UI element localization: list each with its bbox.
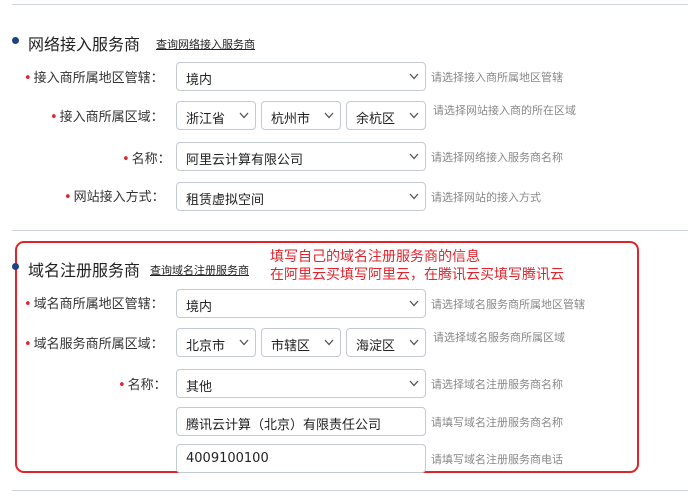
bottom-divider [12,490,688,491]
query-domain-registrar-link[interactable]: 查询域名注册服务商 [150,262,249,278]
chevron-down-icon [409,300,419,307]
domain-section-title: 域名注册服务商 [28,261,141,280]
chevron-down-icon [239,112,249,119]
domain-registrar-phone-input[interactable]: 4009100100 [176,444,426,473]
network-region-mgmt-select[interactable]: 境内 [176,62,426,91]
annotation-line-1: 填写自己的域名注册服务商的信息 [270,249,480,265]
network-region-mgmt-label: • 接入商所属地区管辖： [24,71,164,86]
domain-name-label: • 名称： [118,378,167,393]
chevron-down-icon [409,193,419,200]
network-name-hint: 请选择网络接入服务商名称 [431,151,563,164]
network-access-method-hint: 请选择网站的接入方式 [431,191,541,204]
domain-region-mgmt-label: • 域名商所属地区管辖： [24,297,164,312]
network-access-method-label: • 网站接入方式： [64,190,165,205]
domain-registrar-phone-hint: 请填写域名注册服务商电话 [431,453,563,466]
section-divider [12,230,688,231]
section-bullet [12,263,19,270]
network-region-hint: 请选择网站接入商的所在区域 [433,104,576,117]
chevron-down-icon [324,339,334,346]
network-province-select[interactable]: 浙江省 [176,101,256,130]
section-bullet [12,37,19,44]
domain-region-hint: 请选择域名服务商所属区域 [433,331,565,344]
chevron-down-icon [239,339,249,346]
annotation-line-2: 在阿里云买填写阿里云，在腾讯云买填写腾讯云 [270,267,564,283]
network-city-select[interactable]: 杭州市 [261,101,341,130]
network-section-title: 网络接入服务商 [28,35,141,54]
network-region-label: • 接入商所属区域： [50,110,164,125]
network-region-mgmt-hint: 请选择接入商所属地区管辖 [431,71,563,84]
chevron-down-icon [409,339,419,346]
domain-region-label: • 域名服务商所属区域： [24,337,164,352]
query-network-provider-link[interactable]: 查询网络接入服务商 [156,36,255,52]
domain-region-mgmt-select[interactable]: 境内 [176,289,426,318]
domain-name-hint: 请选择域名注册服务商名称 [431,378,563,391]
network-district-select[interactable]: 余杭区 [346,101,426,130]
domain-name-select[interactable]: 其他 [176,369,426,398]
top-divider [12,4,688,5]
chevron-down-icon [409,112,419,119]
chevron-down-icon [409,73,419,80]
chevron-down-icon [409,380,419,387]
domain-region-mgmt-hint: 请选择域名服务商所属地区管辖 [431,298,585,311]
domain-registrar-name-input[interactable]: 腾讯云计算（北京）有限责任公司 [176,407,426,436]
domain-district-select[interactable]: 海淀区 [346,328,426,357]
network-name-select[interactable]: 阿里云计算有限公司 [176,142,426,171]
domain-city-select[interactable]: 市辖区 [261,328,341,357]
network-access-method-select[interactable]: 租赁虚拟空间 [176,182,426,211]
domain-registrar-name-hint: 请填写域名注册服务商名称 [431,416,563,429]
network-name-label: • 名称： [122,152,171,167]
chevron-down-icon [324,112,334,119]
chevron-down-icon [409,153,419,160]
domain-province-select[interactable]: 北京市 [176,328,256,357]
